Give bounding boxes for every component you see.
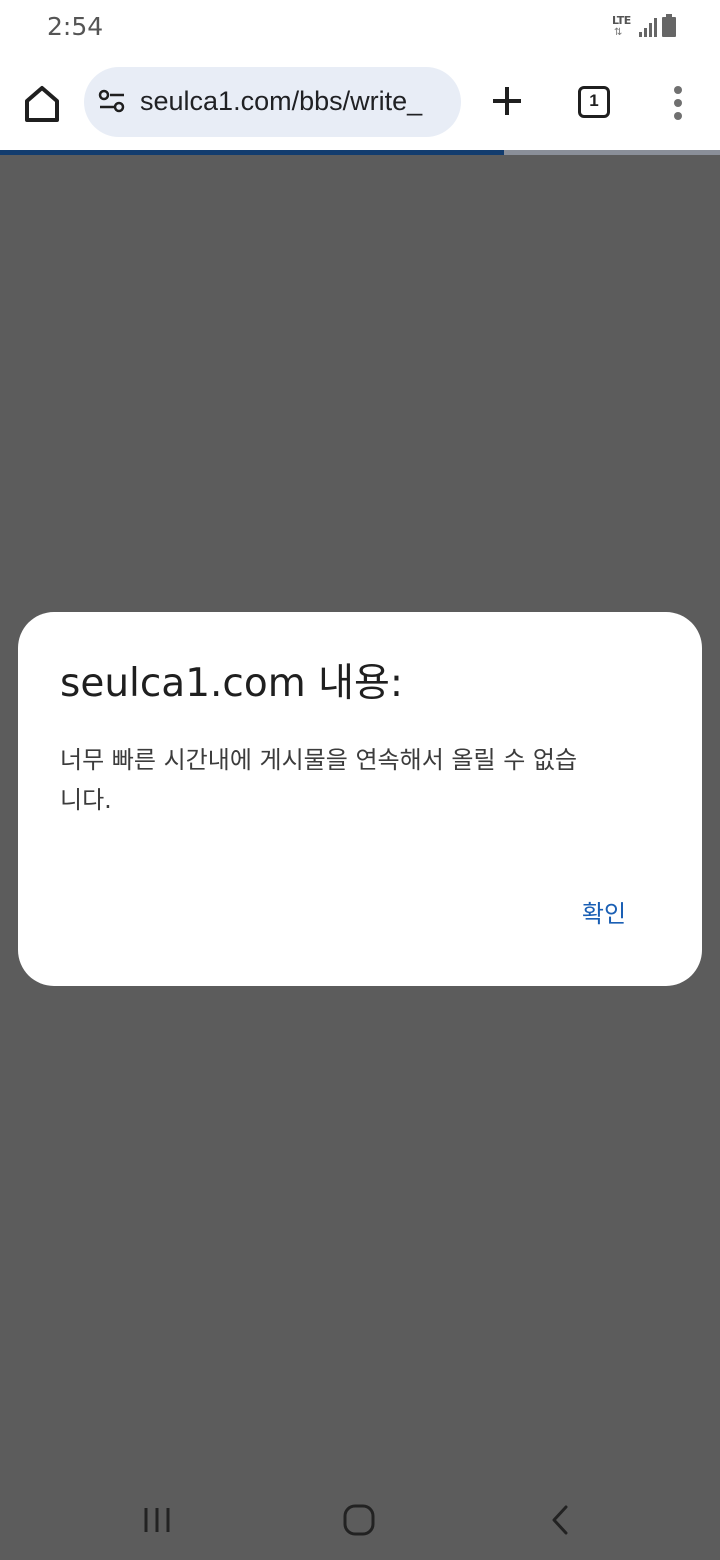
status-time: 2:54 xyxy=(47,12,104,41)
back-chevron-icon xyxy=(552,1505,568,1535)
menu-dot-icon xyxy=(674,112,682,120)
url-text[interactable]: seulca1.com/bbs/write_ xyxy=(140,86,450,117)
address-bar[interactable]: seulca1.com/bbs/write_ xyxy=(84,67,461,137)
tab-count: 1 xyxy=(589,91,599,110)
dialog-message: 너무 빠른 시간내에 게시물을 연속해서 올릴 수 없습니다. xyxy=(60,746,578,814)
alert-dialog: seulca1.com 내용: 너무 빠른 시간내에 게시물을 연속해서 올릴 … xyxy=(18,612,702,986)
network-type-label: LTE xyxy=(612,14,631,27)
menu-dot-icon xyxy=(674,99,682,107)
data-arrows-icon: ⇅ xyxy=(614,27,623,38)
home-circle-icon xyxy=(343,1504,375,1536)
recent-apps-icon xyxy=(144,1508,170,1532)
plus-icon xyxy=(493,87,521,115)
browser-toolbar: seulca1.com/bbs/write_ 1 xyxy=(0,56,720,152)
site-settings-icon[interactable] xyxy=(98,89,126,115)
recent-apps-button[interactable] xyxy=(140,1500,176,1540)
ok-button[interactable]: 확인 xyxy=(558,896,650,936)
lte-icon: LTE ⇅ xyxy=(612,14,636,40)
page-load-progress xyxy=(0,150,720,155)
battery-icon xyxy=(662,14,676,37)
status-icons: LTE ⇅ xyxy=(612,14,676,40)
new-tab-button[interactable] xyxy=(487,81,527,121)
dialog-title: seulca1.com 내용: xyxy=(60,661,404,706)
home-button[interactable] xyxy=(20,82,64,126)
menu-dot-icon xyxy=(674,86,682,94)
more-options-button[interactable] xyxy=(668,86,688,122)
status-bar: 2:54 LTE ⇅ xyxy=(0,0,720,56)
progress-fill xyxy=(0,150,504,155)
back-button[interactable] xyxy=(546,1500,576,1540)
tab-switcher-button[interactable]: 1 xyxy=(578,86,610,118)
system-home-button[interactable] xyxy=(340,1500,378,1540)
signal-icon xyxy=(639,18,657,37)
home-icon xyxy=(25,86,59,122)
